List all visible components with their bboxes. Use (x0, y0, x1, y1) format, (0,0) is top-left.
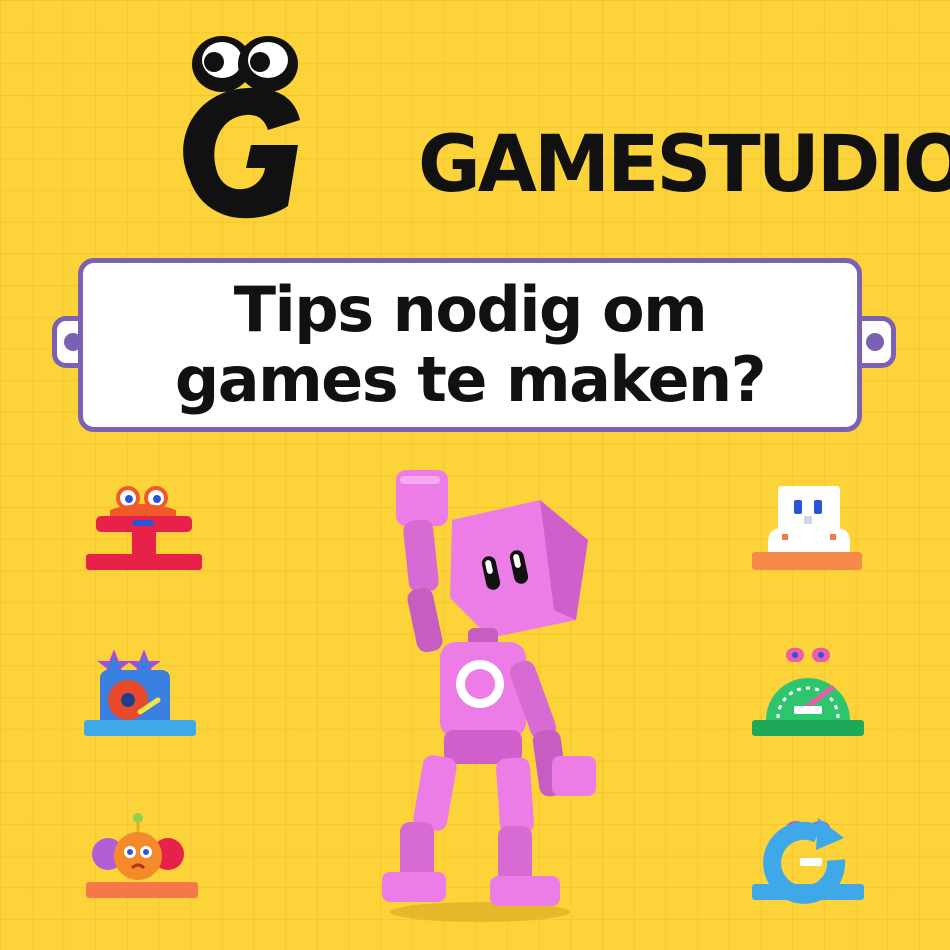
banner-right-tab (862, 316, 896, 368)
headline-line-2: games te maken? (174, 343, 767, 416)
blue-dj-turntable-icon (80, 640, 210, 750)
headline-banner: Tips nodig om games te maken? (78, 258, 862, 432)
logo-wordmark: GAMESTUDIO (418, 120, 950, 210)
red-pedestal-character-icon (80, 480, 210, 590)
headline-line-1: Tips nodig om (233, 273, 708, 346)
orange-clown-character-icon (80, 810, 210, 920)
banner-right-dot (866, 333, 884, 351)
blue-refresh-character-icon (748, 810, 878, 920)
green-speedometer-character-icon (748, 640, 878, 750)
white-robot-character-icon (748, 480, 878, 590)
pink-robot-mascot-icon (340, 460, 620, 930)
gamestudio-logo: GAMESTUDIO (150, 30, 950, 230)
